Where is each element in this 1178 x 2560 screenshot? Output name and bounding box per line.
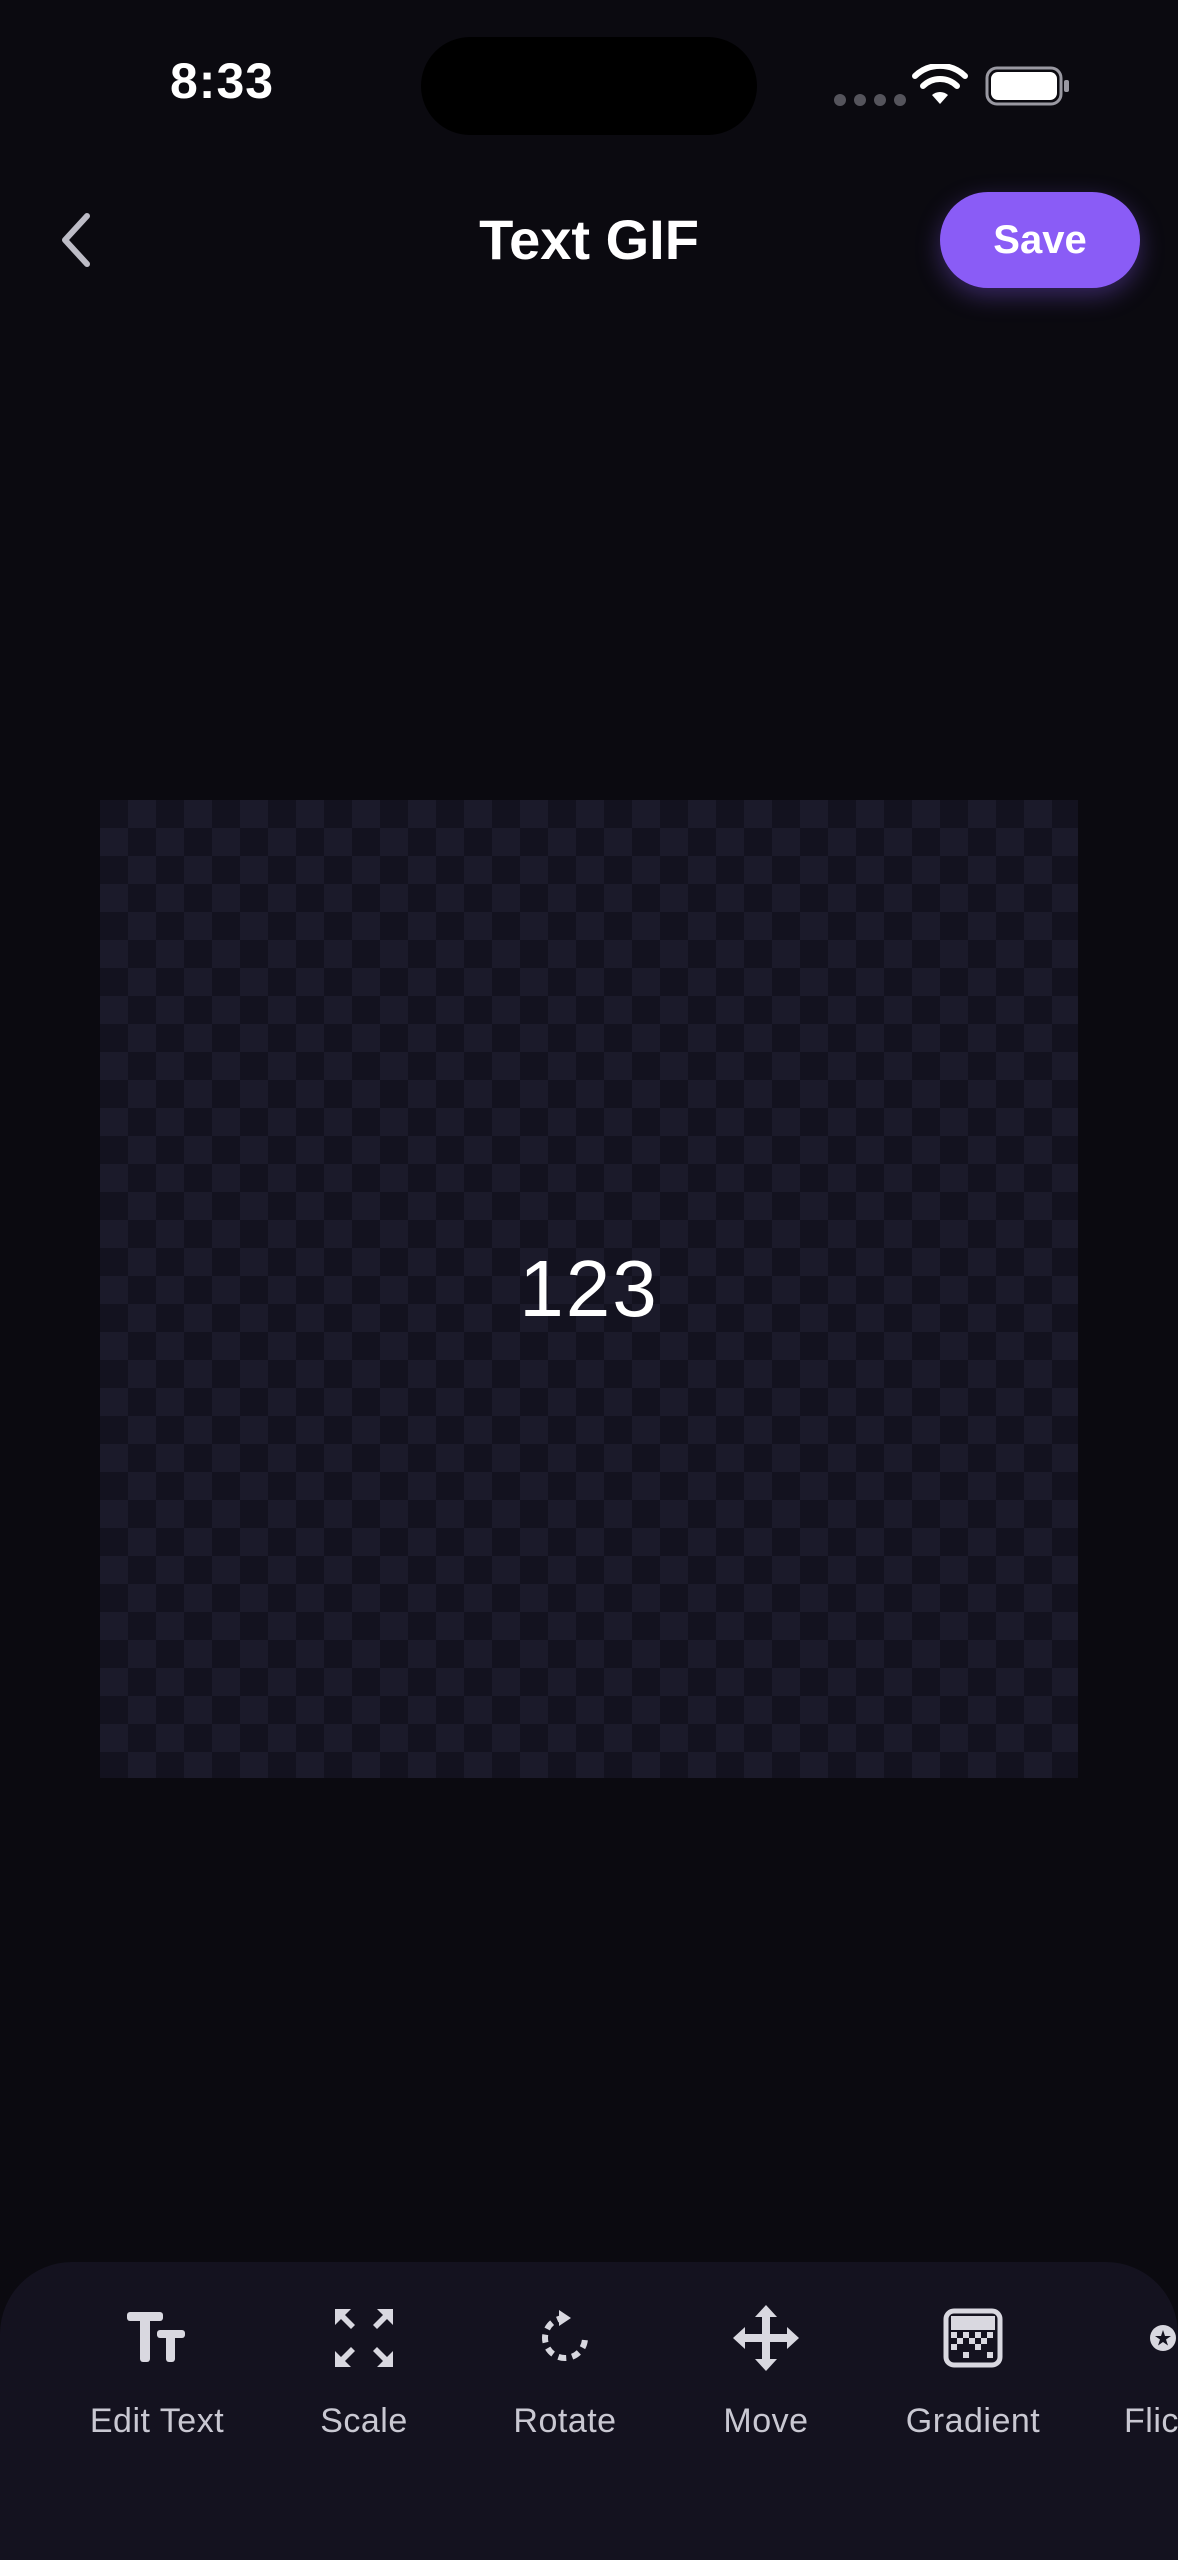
gradient-icon <box>943 2308 1003 2368</box>
tool-flicker[interactable]: Flic <box>1060 2302 1178 2482</box>
tool-label: Flic <box>1124 2402 1178 2440</box>
tool-label: Move <box>723 2402 809 2440</box>
text-size-icon <box>127 2312 185 2362</box>
status-bar: 8:33 <box>0 0 1178 170</box>
tool-edit-text[interactable]: Edit Text <box>57 2302 257 2482</box>
tool-gradient[interactable]: Gradient <box>873 2302 1073 2482</box>
tool-move[interactable]: Move <box>666 2302 866 2482</box>
tool-label: Edit Text <box>89 2402 225 2440</box>
tool-rotate[interactable]: Rotate <box>465 2302 665 2482</box>
battery-icon <box>985 66 1069 106</box>
wifi-icon <box>912 64 968 104</box>
move-arrows-icon <box>733 2305 799 2371</box>
canvas-text[interactable]: 123 <box>100 800 1078 1778</box>
tool-label: Gradient <box>905 2402 1041 2440</box>
rotate-icon <box>542 2310 588 2361</box>
flicker-icon <box>1150 2325 1176 2351</box>
tool-bar: Edit Text Scale Rotate Move Gradient Fli… <box>0 2262 1178 2560</box>
tool-scale[interactable]: Scale <box>264 2302 464 2482</box>
tool-label: Rotate <box>513 2402 617 2440</box>
tool-label: Scale <box>320 2402 408 2440</box>
expand-arrows-icon <box>335 2309 393 2367</box>
cellular-signal-icon <box>834 94 906 106</box>
gif-canvas[interactable]: 123 <box>100 800 1078 1778</box>
save-button[interactable]: Save <box>940 192 1140 288</box>
status-time: 8:33 <box>170 53 275 109</box>
dynamic-island <box>421 37 757 135</box>
